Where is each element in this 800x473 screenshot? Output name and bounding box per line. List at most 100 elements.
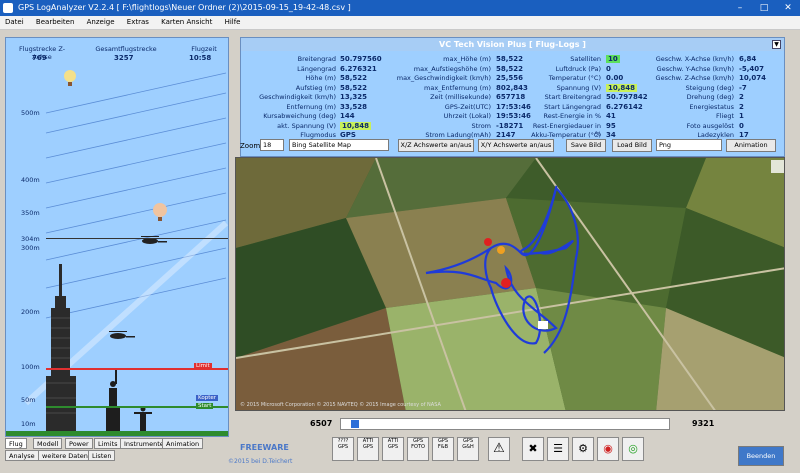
kopter-badge: Kopter bbox=[196, 395, 218, 401]
format-select[interactable]: Png bbox=[656, 139, 722, 151]
field-value: 58,522 bbox=[340, 74, 368, 82]
field-value: -5,407 bbox=[739, 64, 765, 73]
field-label: max_Entfernung (m) bbox=[424, 83, 491, 92]
menu-extras[interactable]: Extras bbox=[122, 16, 154, 28]
alt-label-500: 500m bbox=[21, 109, 40, 117]
field-label: Geschw. X-Achse (km/h) bbox=[655, 55, 734, 63]
map-provider-select[interactable]: Bing Satellite Map bbox=[289, 139, 389, 151]
field-value: 34 bbox=[606, 131, 616, 139]
zoom-label: Zoom bbox=[240, 142, 261, 150]
field-label: Start Breitengrad bbox=[544, 93, 601, 101]
field-label: Geschw. Z-Achse (km/h) bbox=[655, 74, 734, 82]
map-copyright: © 2015 Microsoft Corporation © 2015 NAVT… bbox=[240, 402, 441, 408]
field-label: Steigung (deg) bbox=[685, 83, 734, 92]
alt-label-100: 100m bbox=[21, 363, 40, 371]
tab-power[interactable]: Power bbox=[65, 438, 93, 449]
alt-label-350: 350m bbox=[21, 209, 40, 217]
zoom-stepper[interactable]: 18 bbox=[260, 139, 284, 151]
menu-anzeige[interactable]: Anzeige bbox=[82, 16, 120, 28]
close-button[interactable]: ✕ bbox=[776, 0, 800, 16]
panel-dropdown-icon[interactable]: ▼ bbox=[772, 40, 781, 49]
tab-instrumente[interactable]: Instrumente bbox=[120, 438, 168, 449]
app-icon bbox=[3, 3, 13, 13]
record-icon[interactable]: ◎ bbox=[622, 437, 644, 461]
field-value: 10,074 bbox=[739, 74, 767, 82]
field-value: GPS bbox=[340, 131, 356, 139]
tracker-icon[interactable]: ✖ bbox=[522, 437, 544, 461]
menu-karten-ansicht[interactable]: Karten Ansicht bbox=[156, 16, 217, 28]
window-title: GPS LogAnalyzer V2.2.4 [ F:\flightlogs\N… bbox=[18, 3, 351, 12]
warning-icon[interactable]: ⚠ bbox=[488, 437, 510, 461]
field-label: Foto ausgelöst bbox=[686, 121, 734, 130]
slider-thumb[interactable] bbox=[351, 420, 359, 428]
title-bar: GPS LogAnalyzer V2.2.4 [ F:\flightlogs\N… bbox=[0, 0, 800, 16]
menu-bearbeiten[interactable]: Bearbeiten bbox=[31, 16, 79, 28]
left-tabs: Flug Modell Power Limits Instrumente Ani… bbox=[5, 438, 230, 462]
tab-modell[interactable]: Modell bbox=[33, 438, 63, 449]
field-value: 17 bbox=[739, 131, 749, 139]
map-icon[interactable]: ☰ bbox=[547, 437, 569, 461]
target-icon[interactable]: ◉ bbox=[597, 437, 619, 461]
field-value: 2 bbox=[739, 93, 744, 101]
field-label: Strom bbox=[471, 121, 491, 130]
load-image-button[interactable]: Load Bild bbox=[612, 139, 652, 152]
time-slider[interactable] bbox=[340, 418, 670, 430]
atti-mode-icon[interactable]: ATTI GPS bbox=[382, 437, 404, 461]
field-value: 10,848 bbox=[340, 121, 372, 130]
field-value: 10,848 bbox=[606, 83, 638, 92]
tab-listen[interactable]: Listen bbox=[88, 450, 116, 461]
field-label: Akku-Temperatur (°C) bbox=[531, 131, 601, 139]
tab-flug[interactable]: Flug bbox=[5, 438, 27, 449]
menu-hilfe[interactable]: Hilfe bbox=[220, 16, 246, 28]
field-value: 1 bbox=[739, 112, 744, 120]
unknown-mode-icon[interactable]: ???? GPS bbox=[332, 437, 354, 461]
map-expand-icon[interactable] bbox=[771, 160, 784, 173]
field-value: 58,522 bbox=[496, 55, 524, 63]
xy-axis-toggle-button[interactable]: X/Y Achswerte an/aus bbox=[478, 139, 554, 152]
field-label: Geschw. Y-Achse (km/h) bbox=[656, 64, 734, 73]
field-label: max_Geschwindigkeit (km/h) bbox=[396, 74, 491, 82]
settings-icon[interactable]: ⚙ bbox=[572, 437, 594, 461]
tab-weitere-daten[interactable]: weitere Daten bbox=[38, 450, 92, 461]
field-label: max_Höhe (m) bbox=[443, 55, 491, 63]
start-marker[interactable] bbox=[497, 246, 505, 254]
gps-mode-icon[interactable]: ATTI GPS bbox=[357, 437, 379, 461]
icon-label: ???? GPS bbox=[337, 438, 349, 450]
icon-label: GPS G&H bbox=[462, 438, 474, 450]
field-label: akt. Spannung (V) bbox=[277, 121, 336, 130]
minimize-button[interactable]: – bbox=[728, 0, 752, 16]
gh-icon[interactable]: GPS G&H bbox=[457, 437, 479, 461]
field-label: Kursabweichung (deg) bbox=[263, 112, 336, 120]
field-value: 0 bbox=[739, 121, 744, 130]
home-marker[interactable] bbox=[484, 238, 492, 246]
foto-icon[interactable]: GPS FOTO bbox=[407, 437, 429, 461]
field-value: 25,556 bbox=[496, 74, 524, 82]
maximize-button[interactable]: □ bbox=[752, 0, 776, 16]
tab-animation[interactable]: Animation bbox=[162, 438, 204, 449]
alt-label-400: 400m bbox=[21, 176, 40, 184]
drone-marker[interactable] bbox=[501, 278, 511, 288]
field-label: Geschwindigkeit (km/h) bbox=[259, 93, 336, 101]
time-slider-row: 6507 9321 bbox=[232, 415, 787, 431]
field-label: Strom Ladung(mAh) bbox=[425, 131, 491, 139]
field-label: Fliegt bbox=[715, 112, 734, 120]
field-label: Uhrzeit (Lokal) bbox=[443, 112, 491, 120]
field-value: 58,522 bbox=[340, 83, 368, 92]
beenden-button[interactable]: Beenden bbox=[738, 446, 784, 466]
field-value: 6.276142 bbox=[606, 102, 643, 111]
altitude-panel: Flugstrecke Z-Achse 769 Gesamtflugstreck… bbox=[5, 37, 229, 437]
tab-limits[interactable]: Limits bbox=[94, 438, 122, 449]
panel-title: VC Tech Vision Plus [ Flug-Logs ] bbox=[241, 38, 784, 51]
save-image-button[interactable]: Save Bild bbox=[566, 139, 606, 152]
fb-icon[interactable]: GPS F&B bbox=[432, 437, 454, 461]
menu-datei[interactable]: Datei bbox=[0, 16, 29, 28]
xz-axis-toggle-button[interactable]: X/Z Achswerte an/aus bbox=[398, 139, 474, 152]
field-label: Entfernung (m) bbox=[286, 102, 336, 111]
waypoint-marker[interactable] bbox=[538, 321, 548, 329]
field-value: 19:53:46 bbox=[496, 112, 531, 120]
tab-analyse[interactable]: Analyse bbox=[5, 450, 39, 461]
animation-button[interactable]: Animation bbox=[726, 139, 776, 152]
satellite-map[interactable]: © 2015 Microsoft Corporation © 2015 NAVT… bbox=[235, 157, 785, 411]
field-label: Spannung (V) bbox=[556, 83, 601, 92]
field-value: 41 bbox=[606, 112, 616, 120]
